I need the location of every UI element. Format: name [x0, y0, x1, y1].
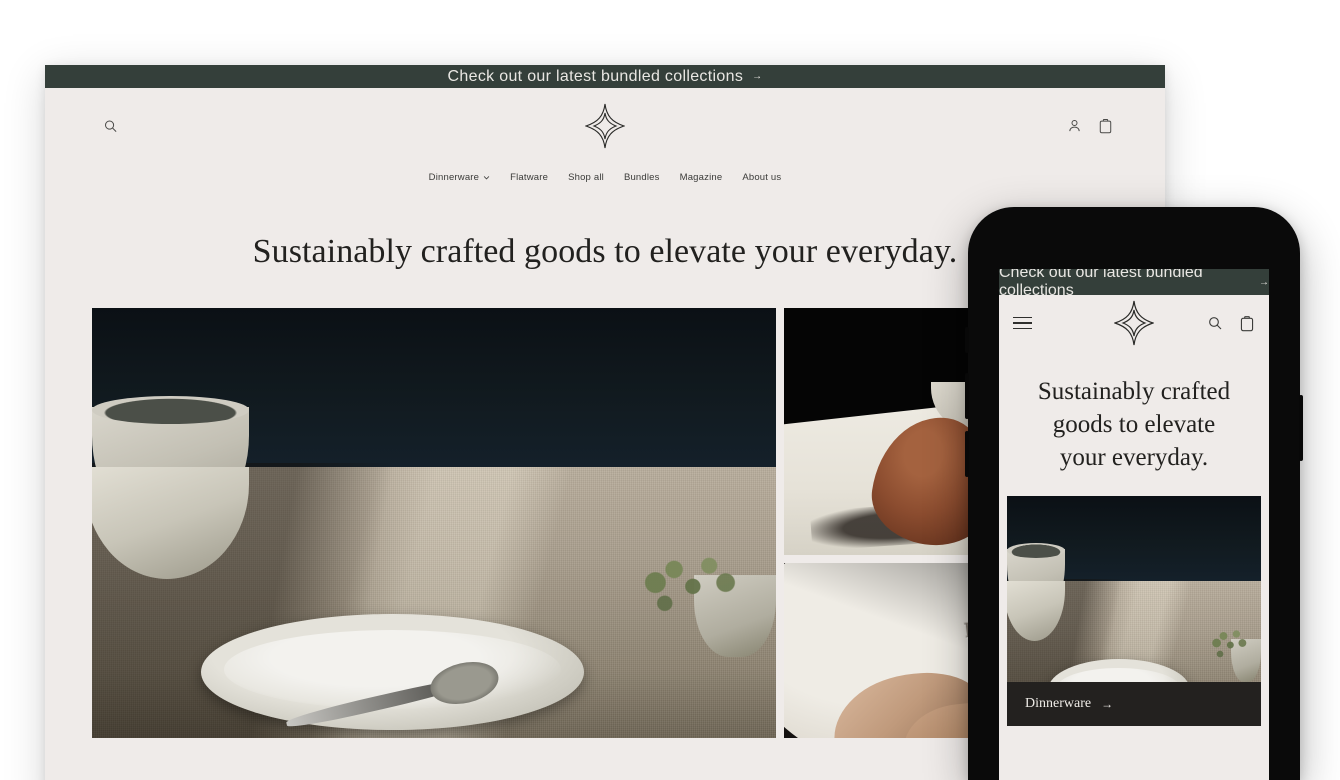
nav-item-bundles[interactable]: Bundles [624, 172, 660, 183]
account-icon[interactable] [1067, 118, 1082, 133]
phone-power-button[interactable] [1299, 395, 1303, 461]
nav-label: Flatware [510, 171, 549, 183]
nav-item-flatware[interactable]: Flatware [510, 172, 548, 183]
nav-label: Shop all [568, 171, 604, 183]
page-title: Sustainably crafted goods to elevate you… [252, 233, 958, 270]
nav-label: Bundles [623, 171, 660, 183]
nav-item-about-us[interactable]: About us [742, 172, 781, 183]
arrow-right-icon: → [1101, 697, 1114, 711]
page-title: Sustainably crafted goods to elevate you… [1037, 378, 1231, 471]
collection-label: Dinnerware [1025, 696, 1092, 711]
brand-logo[interactable] [1114, 300, 1154, 346]
phone-mute-button[interactable] [965, 327, 969, 353]
search-icon[interactable] [1207, 315, 1223, 331]
nav-label: About us [742, 171, 782, 183]
phone-screen: Check out our latest bundled collections… [999, 269, 1269, 780]
desktop-header-actions [1067, 118, 1113, 134]
collection-card-label[interactable]: Dinnerware → [1007, 682, 1261, 726]
mobile-header [999, 295, 1269, 351]
brand-logo[interactable] [585, 103, 625, 149]
cart-icon[interactable] [1239, 315, 1255, 332]
mockup-canvas: Check out our latest bundled collections… [0, 0, 1340, 780]
announcement-text: Check out our latest bundled collections [447, 67, 744, 85]
desktop-nav: Dinnerware Flatware Shop all Bundles Mag… [45, 163, 1165, 191]
phone-volume-up-button[interactable] [965, 373, 969, 419]
arrow-right-icon: → [1259, 276, 1269, 288]
cart-icon[interactable] [1098, 118, 1113, 134]
mobile-header-actions [1207, 315, 1255, 332]
phone-mockup: Check out our latest bundled collections… [965, 207, 1303, 780]
desktop-announcement-bar[interactable]: Check out our latest bundled collections… [45, 65, 1165, 88]
table-still-life-photo [92, 308, 776, 739]
nav-item-dinnerware[interactable]: Dinnerware [429, 172, 490, 183]
search-icon[interactable] [103, 118, 118, 133]
phone-volume-down-button[interactable] [965, 431, 969, 477]
desktop-header [45, 88, 1165, 163]
nav-item-shop-all[interactable]: Shop all [568, 172, 604, 183]
chevron-down-icon [483, 175, 490, 179]
nav-label: Dinnerware [428, 171, 480, 183]
arrow-right-icon: → [752, 71, 763, 82]
mobile-announcement-bar[interactable]: Check out our latest bundled collections… [999, 269, 1269, 299]
mobile-hero: Sustainably crafted goods to elevate you… [999, 351, 1269, 496]
gallery-main-image[interactable] [92, 308, 776, 739]
mobile-collection-card[interactable]: Dinnerware → [1007, 496, 1261, 726]
nav-label: Magazine [679, 171, 723, 183]
hamburger-menu-icon[interactable] [1013, 316, 1032, 330]
nav-item-magazine[interactable]: Magazine [680, 172, 723, 183]
